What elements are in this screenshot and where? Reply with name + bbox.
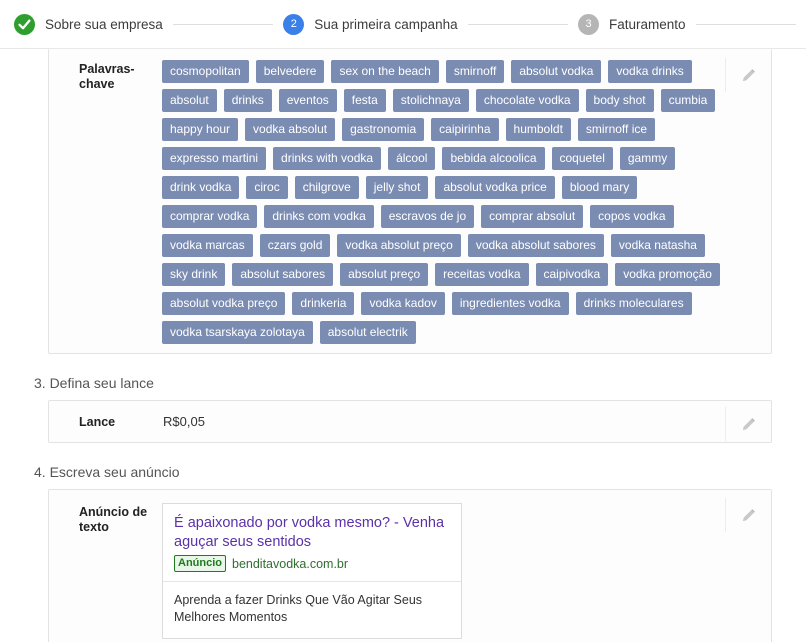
keyword-chip[interactable]: absolut vodka: [511, 60, 602, 83]
keyword-chip[interactable]: drinks: [223, 89, 272, 112]
keyword-chip[interactable]: drink vodka: [162, 176, 240, 199]
keyword-chip[interactable]: vodka kadov: [361, 292, 445, 315]
bid-value: R$0,05: [163, 414, 205, 429]
wizard-stepper: Sobre sua empresa 2 Sua primeira campanh…: [0, 0, 806, 49]
step-sobre-sua-empresa[interactable]: Sobre sua empresa: [14, 13, 163, 35]
keyword-chip[interactable]: expresso martini: [162, 147, 267, 170]
keyword-chip[interactable]: coquetel: [551, 147, 613, 170]
keyword-chip[interactable]: belvedere: [255, 60, 325, 83]
keyword-chip[interactable]: gastronomia: [342, 118, 425, 141]
ad-card: Anúncio de texto É apaixonado por vodka …: [48, 489, 772, 642]
step-number-badge-2: 2: [283, 13, 305, 35]
keyword-chip[interactable]: humboldt: [505, 118, 571, 141]
keyword-chip[interactable]: absolut sabores: [232, 263, 334, 286]
keyword-chip[interactable]: escravos de jo: [380, 205, 475, 228]
keyword-chip[interactable]: drinkeria: [292, 292, 355, 315]
check-icon: [14, 13, 35, 35]
keyword-chip[interactable]: vodka marcas: [162, 234, 253, 257]
step-faturamento[interactable]: 3 Faturamento: [578, 13, 686, 35]
keyword-chip[interactable]: vodka drinks: [608, 60, 692, 83]
keyword-chip[interactable]: ingredientes vodka: [451, 292, 569, 315]
pencil-icon: [742, 508, 755, 521]
keyword-chip[interactable]: festa: [343, 89, 386, 112]
keyword-chip[interactable]: sex on the beach: [331, 60, 439, 83]
keyword-chip[interactable]: álcool: [388, 147, 436, 170]
step-label-2: Sua primeira campanha: [314, 16, 458, 32]
keyword-chip[interactable]: drinks moleculares: [575, 292, 692, 315]
keyword-chip[interactable]: ciroc: [246, 176, 288, 199]
ad-headline[interactable]: É apaixonado por vodka mesmo? - Venha ag…: [174, 514, 450, 552]
keyword-chip[interactable]: bebida alcoolica: [442, 147, 545, 170]
step-connector-1: [172, 23, 274, 25]
keyword-chip[interactable]: absolut vodka price: [435, 176, 555, 199]
edit-keywords-button[interactable]: [725, 58, 771, 92]
keyword-chip[interactable]: smirnoff: [445, 60, 505, 83]
keyword-chip[interactable]: body shot: [585, 89, 654, 112]
keyword-chip[interactable]: happy hour: [162, 118, 239, 141]
ad-display-url: benditavodka.com.br: [232, 556, 349, 571]
step-number-badge-3: 3: [578, 13, 600, 35]
keywords-card: Palavras-chave cosmopolitan belvedere sex …: [48, 49, 772, 354]
keyword-chip[interactable]: vodka absolut sabores: [467, 234, 604, 257]
signup-wizard-page: Sobre sua empresa 2 Sua primeira campanh…: [0, 0, 806, 642]
keyword-chip[interactable]: eventos: [278, 89, 337, 112]
keyword-chip[interactable]: blood mary: [561, 176, 638, 199]
keyword-chip[interactable]: vodka promoção: [615, 263, 720, 286]
step-sua-primeira-campanha[interactable]: 2 Sua primeira campanha: [283, 13, 458, 35]
ad-label: Anúncio de texto: [79, 505, 148, 534]
keyword-chip[interactable]: comprar absolut: [481, 205, 584, 228]
edit-ad-button[interactable]: [725, 498, 771, 532]
bid-section-title: 3. Defina seu lance: [34, 375, 154, 391]
keyword-chip[interactable]: copos vodka: [590, 205, 674, 228]
ad-url-line: Anúncio benditavodka.com.br: [174, 555, 450, 572]
keyword-chip[interactable]: smirnoff ice: [577, 118, 656, 141]
keyword-chip[interactable]: absolut vodka preço: [162, 292, 286, 315]
keyword-chip[interactable]: chilgrove: [294, 176, 359, 199]
keyword-chip[interactable]: drinks with vodka: [273, 147, 382, 170]
keyword-chip[interactable]: receitas vodka: [435, 263, 529, 286]
ad-label-badge: Anúncio: [174, 555, 226, 572]
keyword-chip[interactable]: drinks com vodka: [264, 205, 374, 228]
keyword-chip[interactable]: vodka tsarskaya zolotaya: [162, 321, 313, 344]
step-connector-2: [467, 23, 569, 25]
keyword-chip[interactable]: absolut electrik: [319, 321, 416, 344]
bid-label: Lance: [79, 415, 116, 429]
keyword-chip[interactable]: cumbia: [660, 89, 716, 112]
keyword-chip[interactable]: sky drink: [162, 263, 226, 286]
keyword-chip[interactable]: comprar vodka: [162, 205, 258, 228]
keyword-chip[interactable]: absolut preço: [340, 263, 429, 286]
pencil-icon: [742, 417, 755, 430]
keyword-chip[interactable]: chocolate vodka: [475, 89, 579, 112]
keywords-label: Palavras-chave: [79, 62, 135, 91]
step-connector-3: [695, 23, 797, 25]
bid-body: R$0,05: [162, 401, 771, 442]
keywords-body: cosmopolitan belvedere sex on the beach smi…: [162, 49, 771, 353]
step-label-1: Sobre sua empresa: [45, 16, 163, 32]
ad-body: É apaixonado por vodka mesmo? - Venha ag…: [162, 490, 771, 642]
bid-card: Lance R$0,05: [48, 400, 772, 443]
pencil-icon: [742, 68, 755, 81]
ad-description: Aprenda a fazer Drinks Que Vão Agitar Se…: [174, 593, 423, 624]
ad-preview: É apaixonado por vodka mesmo? - Venha ag…: [162, 503, 462, 639]
keyword-chip[interactable]: absolut: [162, 89, 217, 112]
keyword-chip[interactable]: caipivodka: [535, 263, 609, 286]
keyword-chip[interactable]: gammy: [619, 147, 676, 170]
keyword-chip[interactable]: caipirinha: [431, 118, 499, 141]
keyword-chip[interactable]: czars gold: [259, 234, 331, 257]
ad-preview-top: É apaixonado por vodka mesmo? - Venha ag…: [163, 504, 461, 581]
keyword-chip[interactable]: cosmopolitan: [162, 60, 249, 83]
ad-section-title: 4. Escreva seu anúncio: [34, 464, 180, 480]
keyword-chip-list: cosmopolitan belvedere sex on the beach smi…: [162, 58, 725, 344]
keyword-chip[interactable]: stolichnaya: [392, 89, 469, 112]
keyword-chip[interactable]: vodka natasha: [610, 234, 705, 257]
keyword-chip[interactable]: vodka absolut: [245, 118, 336, 141]
keyword-chip[interactable]: vodka absolut preço: [337, 234, 461, 257]
keyword-chip[interactable]: jelly shot: [365, 176, 429, 199]
step-label-3: Faturamento: [609, 16, 686, 32]
edit-bid-button[interactable]: [725, 407, 771, 441]
